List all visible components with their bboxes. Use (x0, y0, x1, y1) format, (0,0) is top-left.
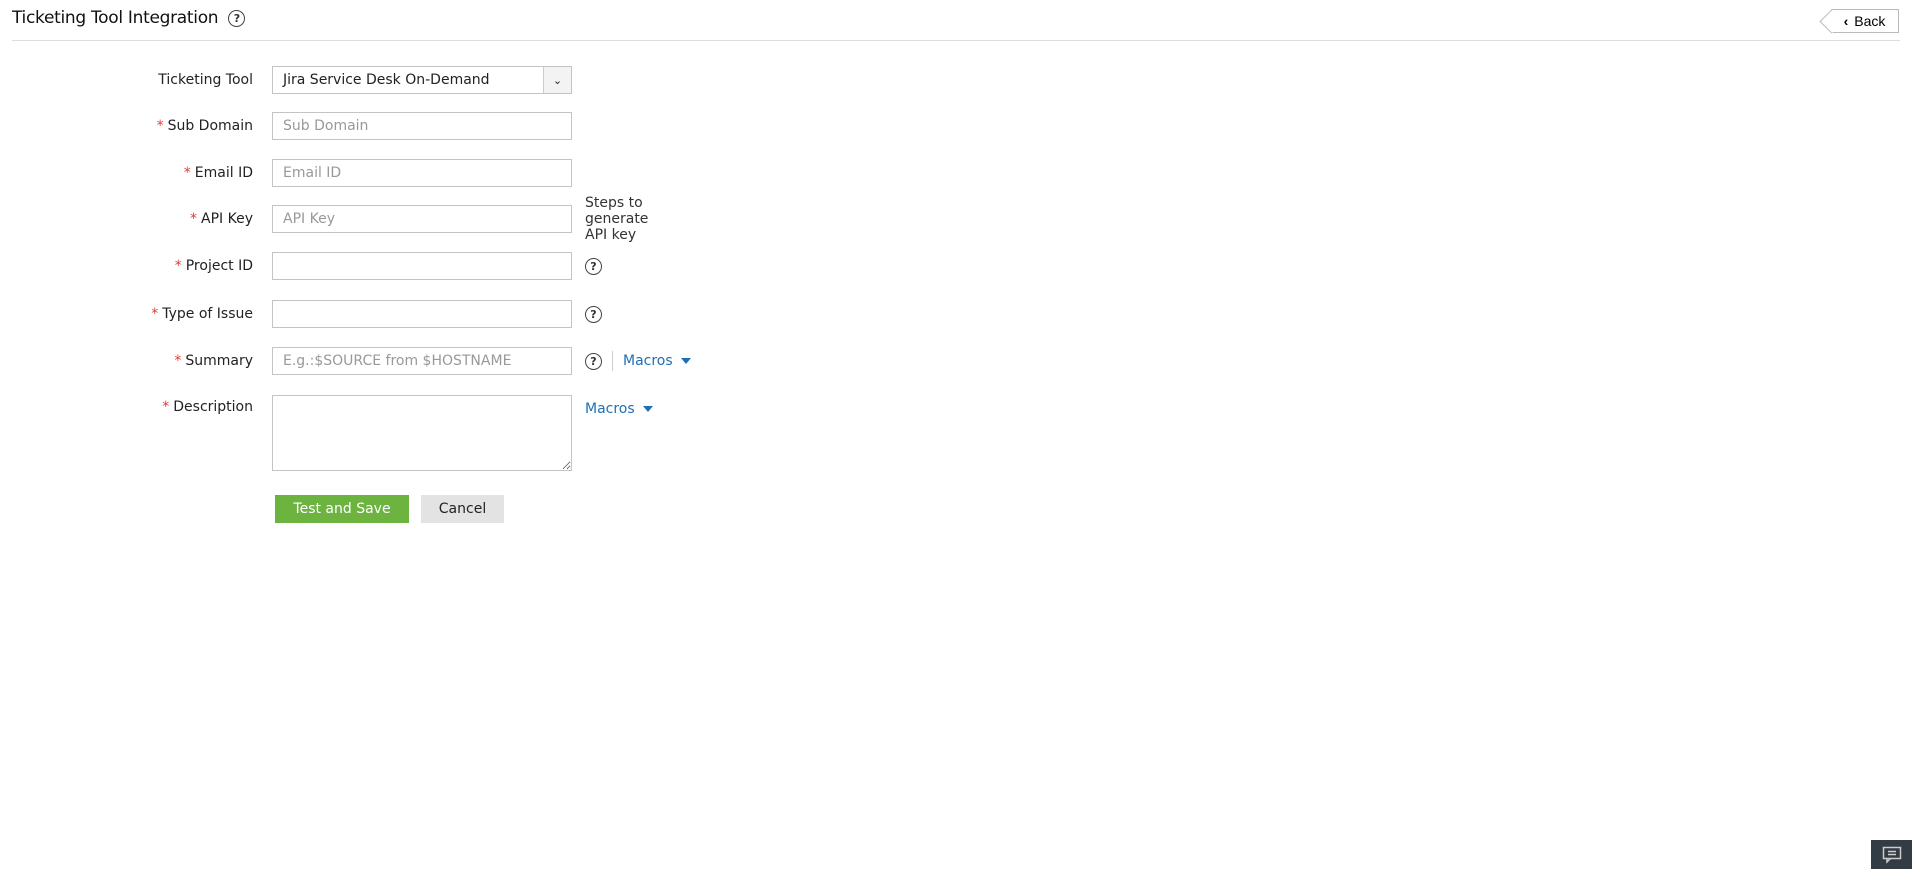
row-ticketing-tool: Ticketing Tool Jira Service Desk On-Dema… (0, 66, 572, 94)
help-icon[interactable]: ? (585, 306, 602, 323)
required-mark: * (190, 211, 198, 227)
help-icon[interactable]: ? (585, 352, 602, 370)
chat-button[interactable] (1871, 840, 1912, 869)
label-summary: * Summary (0, 353, 253, 369)
required-mark: * (174, 258, 182, 274)
label-text: API Key (201, 211, 253, 227)
chevron-down-icon[interactable]: ⌄ (543, 67, 571, 93)
chat-icon (1882, 846, 1901, 864)
divider (12, 40, 1900, 41)
macros-label: Macros (585, 401, 635, 417)
row-project-id: * Project ID ? (0, 252, 602, 280)
required-mark: * (183, 165, 191, 181)
api-key-input[interactable] (272, 205, 572, 233)
type-of-issue-extra: ? (585, 306, 602, 323)
ticketing-tool-select[interactable]: Jira Service Desk On-Demand ⌄ (272, 66, 572, 94)
label-text: Email ID (194, 165, 253, 181)
summary-macros-dropdown[interactable]: Macros (623, 353, 691, 369)
help-icon[interactable]: ? (585, 258, 602, 275)
label-api-key: * API Key (0, 211, 253, 227)
label-email-id: * Email ID (0, 165, 253, 181)
label-project-id: * Project ID (0, 258, 253, 274)
label-text: Project ID (185, 258, 253, 274)
row-sub-domain: * Sub Domain (0, 112, 572, 140)
summary-input[interactable] (272, 347, 572, 375)
label-sub-domain: * Sub Domain (0, 118, 253, 134)
row-type-of-issue: * Type of Issue ? (0, 300, 602, 328)
label-text: Description (173, 399, 253, 415)
project-id-extra: ? (585, 258, 602, 275)
required-mark: * (162, 399, 170, 415)
description-textarea[interactable] (272, 395, 572, 471)
api-key-extra: Steps to generate API key (585, 195, 648, 243)
type-of-issue-input[interactable] (272, 300, 572, 328)
email-id-input[interactable] (272, 159, 572, 187)
description-macros-dropdown[interactable]: Macros (585, 401, 653, 417)
sub-domain-input[interactable] (272, 112, 572, 140)
back-button[interactable]: ‹ Back (1831, 9, 1899, 33)
label-description: * Description (0, 395, 253, 415)
caret-down-icon (680, 358, 691, 364)
required-mark: * (151, 306, 159, 322)
separator (612, 351, 613, 371)
row-description: * Description Macros (0, 395, 653, 471)
description-extra: Macros (585, 401, 653, 417)
label-ticketing-tool: Ticketing Tool (158, 72, 253, 88)
help-icon[interactable]: ? (228, 9, 246, 27)
label-text: Type of Issue (162, 306, 253, 322)
summary-extra: ? Macros (585, 351, 691, 371)
row-summary: *Summary ? Macros (0, 347, 691, 375)
label-text: Summary (185, 353, 253, 369)
test-and-save-button[interactable]: Test and Save (275, 495, 409, 523)
caret-down-icon (642, 406, 653, 412)
macros-label: Macros (623, 353, 673, 369)
page-title: Ticketing Tool Integration? (12, 8, 246, 28)
select-value: Jira Service Desk On-Demand (283, 72, 490, 88)
project-id-input[interactable] (272, 252, 572, 280)
row-api-key: *API Key Steps to generate API key (0, 195, 648, 243)
required-mark: * (156, 118, 164, 134)
title-text: Ticketing Tool Integration (12, 8, 219, 28)
required-mark: * (174, 353, 182, 369)
cancel-button[interactable]: Cancel (421, 495, 504, 523)
label-type-of-issue: * Type of Issue (0, 306, 253, 322)
label-text: Sub Domain (167, 118, 253, 134)
back-label: Back (1854, 13, 1886, 29)
chevron-left-icon: ‹ (1843, 13, 1849, 29)
steps-api-key-link[interactable]: Steps to generate API key (585, 195, 648, 243)
row-email-id: * Email ID (0, 159, 572, 187)
